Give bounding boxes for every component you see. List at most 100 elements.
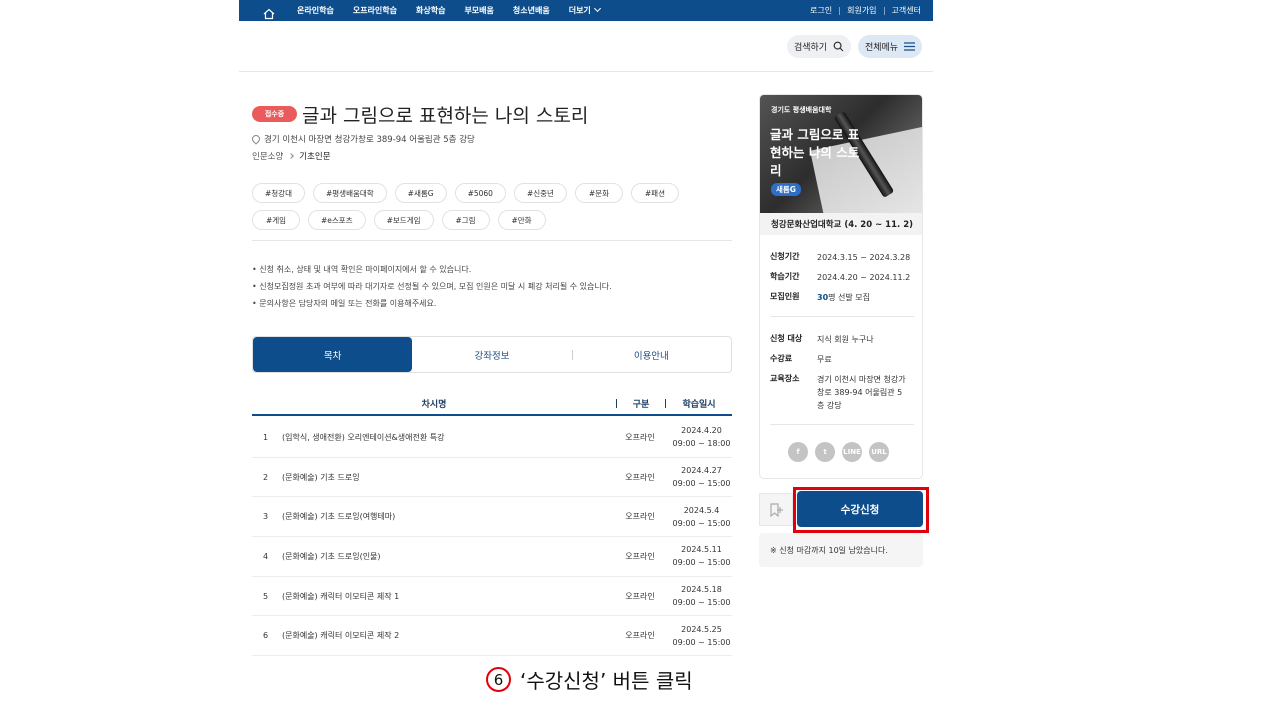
info-place: 교육장소 경기 이천시 마장면 청강가창로 389-94 어울림관 5층 강당	[770, 373, 909, 412]
menu-parent-learning[interactable]: 부모배움	[464, 5, 493, 16]
table-row: 3 (문화예술) 기초 드로잉(여행테마) 오프라인 2024.5.4 09:00…	[252, 497, 732, 538]
search-button-label: 검색하기	[793, 43, 828, 53]
customer-center-link[interactable]: 고객센터	[892, 5, 921, 16]
tag[interactable]: #평생배움대학	[312, 183, 387, 203]
thumbnail-title: 글과 그림으로 표현하는 나의 스토리	[770, 127, 860, 178]
line-icon[interactable]: LINE	[842, 442, 862, 462]
session-datetime: 2024.5.4 09:00 ~ 15:00	[671, 504, 732, 530]
notice-item: • 신청모집정원 초과 여부에 따라 대기자로 선정될 수 있으며, 모집 인원…	[252, 282, 612, 291]
row-number: 2	[262, 472, 269, 482]
tag[interactable]: #신중년	[513, 183, 567, 203]
session-time: 09:00 ~ 15:00	[672, 637, 731, 647]
session-name: (문화예술) 기초 드로잉(인물)	[282, 551, 381, 561]
step-number: 6	[486, 667, 511, 692]
session-time: 09:00 ~ 15:00	[672, 598, 731, 608]
menu-online-learning[interactable]: 온라인학습	[297, 5, 334, 16]
table-row: 1 (입학식, 생애전환) 오리엔테이션&생애전환 특강 오프라인 2024.4…	[252, 418, 732, 458]
thumbnail-org: 경기도 평생배움대학	[771, 106, 832, 114]
session-datetime: 2024.5.18 09:00 ~ 15:00	[671, 583, 732, 609]
session-name: (문화예술) 캐릭터 이모티콘 제작 1	[282, 591, 400, 601]
session-datetime: 2024.5.25 09:00 ~ 15:00	[671, 623, 732, 649]
signup-link[interactable]: 회원가입	[847, 5, 876, 16]
apply-button[interactable]: 수강신청	[797, 491, 923, 527]
session-time: 09:00 ~ 18:00	[672, 439, 731, 449]
tag[interactable]: #5060	[454, 183, 506, 203]
tag[interactable]: #e스포츠	[308, 210, 366, 230]
info-label: 교육장소	[770, 374, 800, 383]
notice-list: • 신청 취소, 상태 및 내역 확인은 마이페이지에서 할 수 있습니다. •…	[252, 261, 612, 312]
session-name: (입학식, 생애전환) 오리엔테이션&생애전환 특강	[282, 432, 445, 442]
search-button[interactable]: 검색하기	[787, 35, 851, 58]
chevron-right-icon	[288, 153, 295, 159]
table-row: 4 (문화예술) 기초 드로잉(인물) 오프라인 2024.5.11 09:00 …	[252, 537, 732, 577]
tag[interactable]: #만화	[497, 210, 546, 230]
session-datetime: 2024.4.27 09:00 ~ 15:00	[671, 464, 732, 490]
menu-youth-learning[interactable]: 청소년배움	[513, 5, 550, 16]
session-type: 오프라인	[625, 472, 655, 482]
session-datetime: 2024.4.20 09:00 ~ 18:00	[671, 424, 732, 450]
notice-item: • 신청 취소, 상태 및 내역 확인은 마이페이지에서 할 수 있습니다.	[252, 265, 472, 274]
breadcrumb: 인문소양 기초인문	[252, 150, 331, 162]
session-type: 오프라인	[625, 512, 655, 522]
twitter-icon[interactable]: t	[815, 442, 835, 462]
page-title: 글과 그림으로 표현하는 나의 스토리	[302, 105, 589, 127]
hamburger-icon	[904, 42, 916, 51]
menu-more[interactable]: 더보기	[569, 4, 601, 16]
login-link[interactable]: 로그인	[810, 5, 832, 16]
info-target: 신청 대상 지식 회원 누구나	[770, 333, 917, 346]
thumbnail-brand-badge: 새롬G	[771, 183, 801, 196]
session-date: 2024.4.27	[681, 466, 722, 476]
session-date: 2024.5.11	[681, 545, 722, 555]
menu-offline-learning[interactable]: 오프라인학습	[353, 5, 397, 16]
divider	[883, 6, 885, 15]
course-location: 경기 이천시 마장면 청강가창로 389-94 어울림관 5층 강당	[250, 133, 475, 145]
info-value: 지식 회원 누구나	[817, 335, 874, 344]
info-value: 2024.3.15 ~ 2024.3.28	[817, 253, 911, 262]
divider	[770, 424, 914, 425]
facebook-icon[interactable]: f	[788, 442, 808, 462]
row-number: 4	[262, 551, 269, 561]
column-header-session: 차시명	[421, 400, 447, 410]
tag[interactable]: #게임	[252, 210, 300, 230]
tag[interactable]: #그림	[441, 210, 490, 230]
bookmark-add-icon	[770, 502, 783, 517]
session-time: 09:00 ~ 15:00	[672, 518, 731, 528]
bookmark-button[interactable]	[759, 493, 793, 526]
session-type: 오프라인	[625, 432, 655, 442]
tag[interactable]: #새롬G	[394, 183, 447, 203]
tag[interactable]: #보드게임	[373, 210, 434, 230]
tab-contents[interactable]: 목차	[253, 337, 413, 372]
search-icon	[833, 41, 844, 52]
session-name: (문화예술) 기초 드로잉(여행테마)	[282, 512, 396, 522]
all-menu-button[interactable]: 전체메뉴	[858, 35, 922, 58]
info-fee: 수강료 무료	[770, 353, 917, 366]
session-datetime: 2024.5.11 09:00 ~ 15:00	[671, 543, 732, 569]
info-value: 30명 선발 모집	[817, 291, 917, 304]
notice-item: • 문의사항은 담당자의 메일 또는 전화를 이용해주세요.	[252, 299, 437, 308]
column-header-datetime: 학습일시	[682, 400, 716, 410]
breadcrumb-subcategory[interactable]: 기초인문	[299, 150, 330, 162]
table-row: 5 (문화예술) 캐릭터 이모티콘 제작 1 오프라인 2024.5.18 09:…	[252, 577, 732, 617]
divider	[770, 316, 914, 317]
tag[interactable]: #문화	[574, 183, 623, 203]
info-value: 경기 이천시 마장면 청강가창로 389-94 어울림관 5층 강당	[817, 375, 906, 410]
menu-video-learning[interactable]: 화상학습	[416, 5, 445, 16]
tag[interactable]: #청강대	[252, 183, 305, 203]
deadline-notice: ※ 신청 마감까지 10일 남았습니다.	[759, 533, 923, 567]
page-frame: 온라인학습 오프라인학습 화상학습 부모배움 청소년배움 더보기 로그인 회원가…	[239, 0, 933, 660]
tag[interactable]: #패션	[630, 183, 679, 203]
tab-course-info[interactable]: 강좌정보	[412, 337, 571, 372]
session-date: 2024.5.25	[681, 624, 722, 634]
info-value: 2024.4.20 ~ 2024.11.2	[817, 273, 911, 282]
url-copy-icon[interactable]: URL	[869, 442, 889, 462]
tab-usage-guide[interactable]: 이용안내	[571, 337, 731, 372]
row-number: 6	[262, 631, 269, 641]
session-time: 09:00 ~ 15:00	[672, 558, 731, 568]
home-icon[interactable]	[263, 5, 275, 19]
course-thumbnail: 경기도 평생배움대학 글과 그림으로 표현하는 나의 스토리 새롬G	[760, 95, 922, 213]
status-badge: 접수중	[252, 106, 297, 122]
session-name: (문화예술) 캐릭터 이모티콘 제작 2	[282, 631, 400, 641]
row-number: 5	[262, 591, 269, 601]
info-value: 무료	[817, 355, 832, 364]
breadcrumb-category[interactable]: 인문소양	[252, 150, 283, 162]
